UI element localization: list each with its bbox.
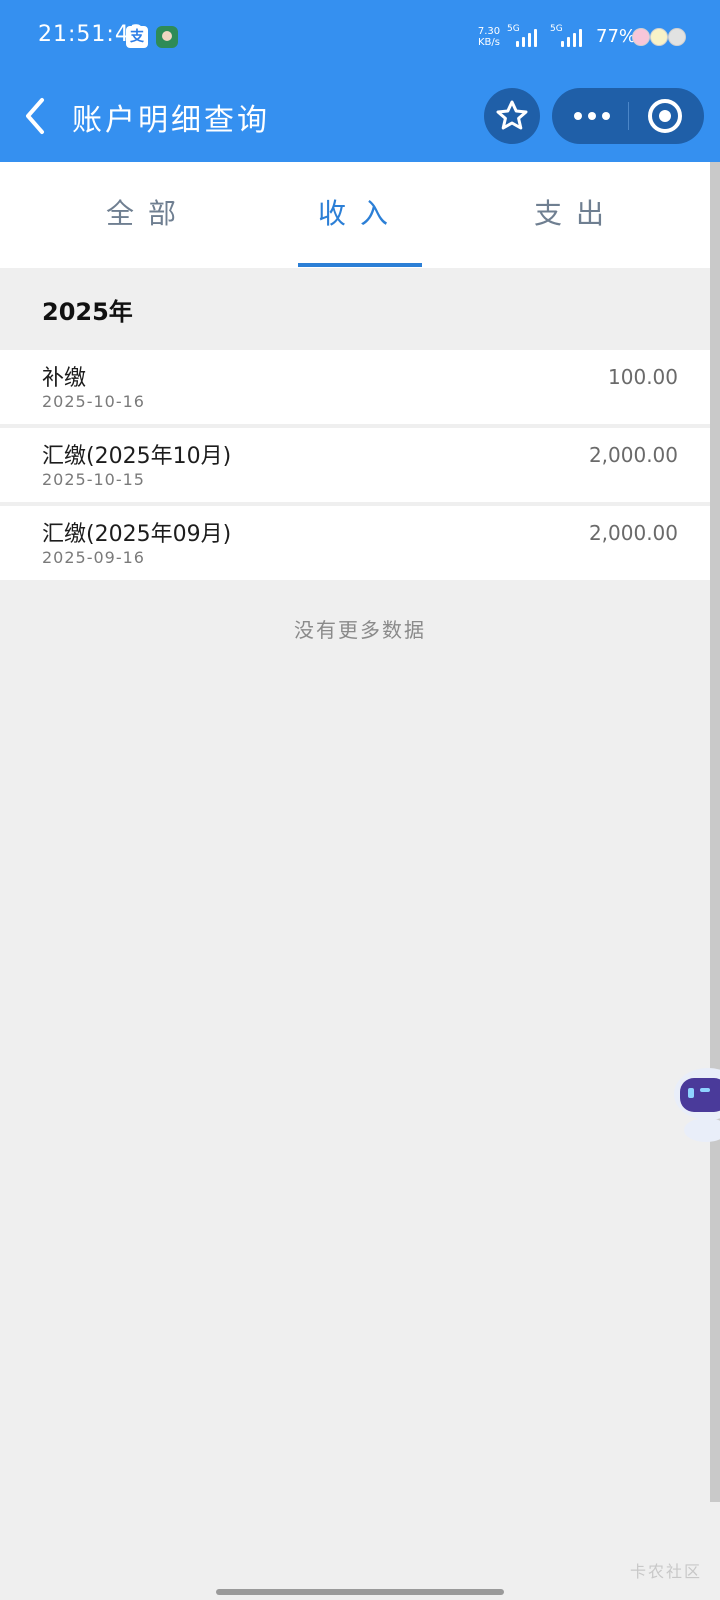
record-row[interactable]: 汇缴(2025年09月) 2025-09-16 2,000.00 bbox=[0, 506, 710, 580]
tab-expense[interactable]: 支出 bbox=[468, 162, 684, 268]
record-amount: 100.00 bbox=[608, 365, 678, 389]
record-row[interactable]: 汇缴(2025年10月) 2025-10-15 2,000.00 bbox=[0, 428, 710, 502]
record-title: 汇缴(2025年10月) bbox=[42, 444, 232, 469]
battery-level: 77% bbox=[596, 26, 637, 47]
more-icon bbox=[574, 112, 610, 120]
favorite-button[interactable] bbox=[484, 88, 540, 144]
record-date: 2025-10-16 bbox=[42, 392, 145, 411]
star-icon bbox=[496, 100, 528, 130]
tab-income[interactable]: 收入 bbox=[252, 162, 468, 268]
watermark: 卡农社区 bbox=[629, 1562, 702, 1581]
record-title: 补缴 bbox=[42, 366, 87, 391]
back-icon[interactable] bbox=[22, 96, 52, 136]
signal-icon-sim2 bbox=[561, 28, 585, 47]
record-title: 汇缴(2025年09月) bbox=[42, 522, 232, 547]
record-amount: 2,000.00 bbox=[588, 443, 678, 467]
mini-program-capsule bbox=[552, 88, 704, 144]
active-tab-indicator bbox=[298, 263, 422, 267]
app-avatar-icon bbox=[156, 26, 178, 48]
more-button[interactable] bbox=[552, 88, 628, 144]
record-date: 2025-09-16 bbox=[42, 548, 145, 567]
assistant-robot-icon[interactable] bbox=[670, 1066, 720, 1146]
target-icon bbox=[648, 99, 682, 133]
net-speed-value: 7.30 bbox=[477, 26, 501, 37]
record-date: 2025-10-15 bbox=[42, 470, 145, 489]
status-bar: 21:51:43 支 7.30 KB/s 5G 5G 77% bbox=[0, 0, 720, 80]
close-program-button[interactable] bbox=[629, 88, 704, 144]
app-header: 21:51:43 支 7.30 KB/s 5G 5G 77% 账户明细查询 bbox=[0, 0, 720, 162]
record-amount: 2,000.00 bbox=[588, 521, 678, 545]
page-title: 账户明细查询 bbox=[72, 103, 270, 138]
net-speed: 7.30 KB/s bbox=[472, 26, 506, 48]
badge-icons bbox=[632, 28, 686, 46]
record-row[interactable]: 补缴 2025-10-16 100.00 bbox=[0, 350, 710, 424]
alipay-icon: 支 bbox=[126, 26, 148, 48]
year-header: 2025年 bbox=[42, 298, 133, 326]
tab-all[interactable]: 全部 bbox=[40, 162, 256, 268]
filter-tabs: 全部 收入 支出 bbox=[0, 162, 710, 268]
no-more-data-text: 没有更多数据 bbox=[294, 618, 426, 642]
net-speed-unit: KB/s bbox=[478, 37, 500, 48]
scrollbar[interactable] bbox=[710, 162, 720, 1502]
signal-icon-sim1 bbox=[516, 28, 540, 47]
home-indicator[interactable] bbox=[216, 1589, 504, 1595]
